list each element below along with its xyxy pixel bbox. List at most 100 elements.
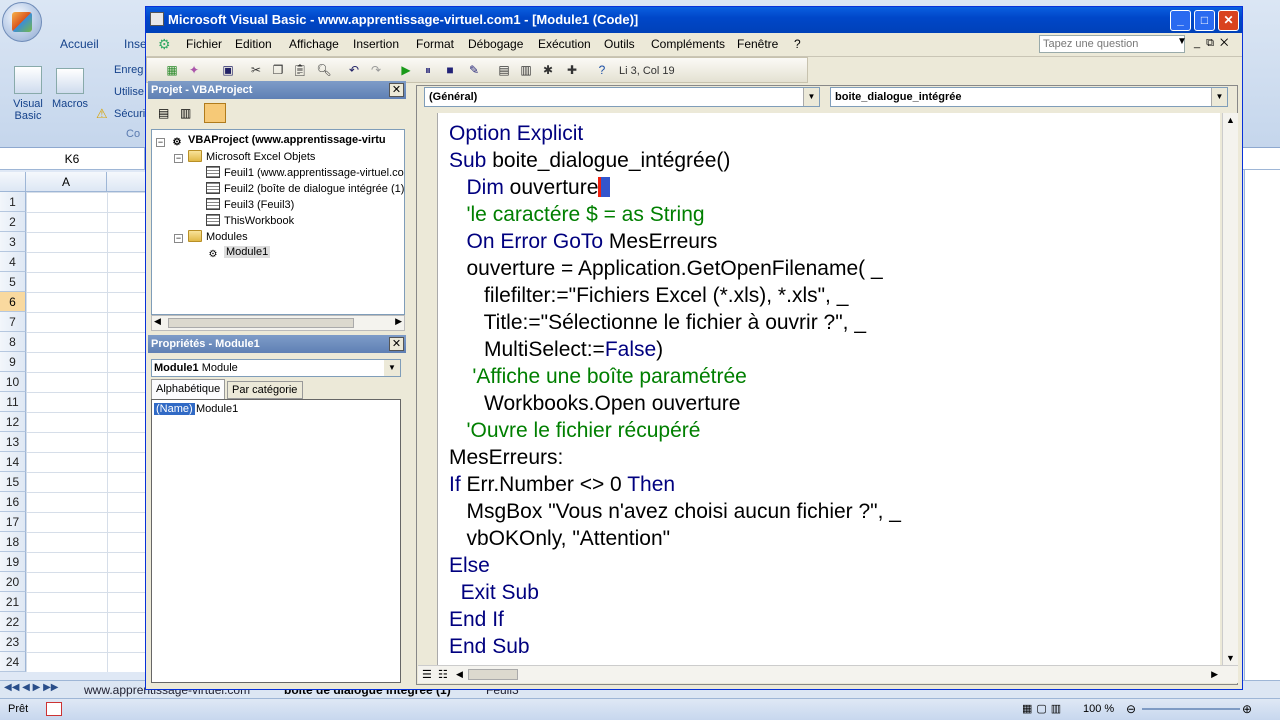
scroll-left-icon[interactable]: ◀ <box>456 669 463 680</box>
properties-close-icon[interactable]: ✕ <box>389 337 404 351</box>
scroll-right-icon[interactable]: ▶ <box>395 316 402 327</box>
collapse-icon[interactable]: − <box>156 138 165 147</box>
tree-modules[interactable]: Modules <box>188 230 248 243</box>
close-icon[interactable]: ✕ <box>1218 10 1239 31</box>
tab-par-categorie[interactable]: Par catégorie <box>227 381 303 399</box>
row-header[interactable]: 15 <box>0 472 26 492</box>
row-header[interactable]: 2 <box>0 212 26 232</box>
tree-module1[interactable]: ⚙ Module1 <box>206 246 271 261</box>
ribbon-tab-accueil[interactable]: Accueil <box>60 37 99 51</box>
scroll-left-icon[interactable]: ◀ <box>154 316 161 327</box>
row-header[interactable]: 23 <box>0 632 26 652</box>
row-header[interactable]: 11 <box>0 392 26 412</box>
row-header[interactable]: 20 <box>0 572 26 592</box>
menu-execution[interactable]: Exécution <box>538 37 591 51</box>
menu-insertion[interactable]: Insertion <box>353 37 399 51</box>
row-header[interactable]: 9 <box>0 352 26 372</box>
scroll-down-icon[interactable]: ▼ <box>1226 653 1235 663</box>
macro-record-icon[interactable] <box>46 702 62 716</box>
code-hscroll[interactable]: ☰ ☷ ◀ ▶ <box>418 665 1238 683</box>
mdi-window-controls-icon[interactable]: _⧉✕ <box>1194 37 1234 50</box>
tab-alphabetique[interactable]: Alphabétique <box>151 379 225 399</box>
view-excel-icon[interactable]: ▦ <box>164 62 180 78</box>
row-header[interactable]: 17 <box>0 512 26 532</box>
save-icon[interactable]: ▣ <box>220 62 236 78</box>
find-icon[interactable]: 🔍︎ <box>316 62 332 78</box>
undo-icon[interactable]: ↶ <box>346 62 362 78</box>
chevron-down-icon[interactable]: ▼ <box>384 360 400 376</box>
redo-icon[interactable]: ↷ <box>368 62 384 78</box>
project-explorer-icon[interactable]: ▤ <box>496 62 512 78</box>
row-header[interactable]: 16 <box>0 492 26 512</box>
vbe-app-icon[interactable] <box>150 12 164 26</box>
paste-icon[interactable]: 📋︎ <box>292 62 308 78</box>
chevron-down-icon[interactable]: ▼ <box>1211 88 1227 106</box>
project-close-icon[interactable]: ✕ <box>389 83 404 97</box>
tree-feuil2[interactable]: Feuil2 (boîte de dialogue intégrée (1) <box>206 182 404 195</box>
procedure-combo[interactable]: boite_dialogue_intégrée ▼ <box>830 87 1228 107</box>
tree-feuil3[interactable]: Feuil3 (Feuil3) <box>206 198 294 211</box>
view-code-icon[interactable]: ▤ <box>158 106 169 120</box>
tree-hscroll[interactable]: ◀ ▶ <box>151 315 405 331</box>
view-buttons-icon[interactable]: ▦▢▥ <box>1022 702 1076 717</box>
object-combo[interactable]: (Général) ▼ <box>424 87 820 107</box>
reset-icon[interactable]: ■ <box>442 62 458 78</box>
code-vscroll[interactable]: ▲ ▼ <box>1222 113 1238 665</box>
name-box[interactable]: K6 <box>0 148 145 170</box>
menu-format[interactable]: Format <box>416 37 454 51</box>
collapse-icon[interactable]: − <box>174 154 183 163</box>
property-name-key[interactable]: (Name) <box>154 403 195 415</box>
menu-affichage[interactable]: Affichage <box>289 37 339 51</box>
row-header[interactable]: 1 <box>0 192 26 212</box>
ribbon-tab-insertion[interactable]: Inse <box>124 37 147 51</box>
row-header[interactable]: 12 <box>0 412 26 432</box>
row-header[interactable]: 7 <box>0 312 26 332</box>
row-header[interactable]: 19 <box>0 552 26 572</box>
design-mode-icon[interactable]: ✎ <box>466 62 482 78</box>
menu-edition[interactable]: Edition <box>235 37 272 51</box>
row-header[interactable]: 5 <box>0 272 26 292</box>
row-header[interactable]: 24 <box>0 652 26 672</box>
cut-icon[interactable]: ✂ <box>248 62 264 78</box>
help-question-input[interactable]: Tapez une question <box>1039 35 1185 53</box>
insert-userform-icon[interactable]: ✦ <box>186 62 202 78</box>
row-header[interactable]: 13 <box>0 432 26 452</box>
row-header[interactable]: 21 <box>0 592 26 612</box>
menu-complements[interactable]: Compléments <box>651 37 725 51</box>
collapse-icon[interactable]: − <box>174 234 183 243</box>
project-tree[interactable]: − ⚙ VBAProject (www.apprentissage-virtu −… <box>151 129 405 315</box>
menu-fichier[interactable]: Fichier <box>186 37 222 51</box>
select-all-corner[interactable] <box>0 172 26 192</box>
maximize-icon[interactable]: □ <box>1194 10 1215 31</box>
column-header-a[interactable]: A <box>26 172 107 192</box>
tree-excel-objects[interactable]: Microsoft Excel Objets <box>188 150 315 163</box>
toolbox-icon[interactable]: ✚ <box>564 62 580 78</box>
visual-basic-button[interactable]: Visual Basic <box>8 98 48 122</box>
copy-icon[interactable]: ❐ <box>270 62 286 78</box>
break-icon[interactable]: ⏸ <box>420 62 436 78</box>
scroll-thumb[interactable] <box>168 318 354 328</box>
full-module-view-icon[interactable]: ☷ <box>438 668 448 681</box>
properties-window-icon[interactable]: ▥ <box>518 62 534 78</box>
row-header[interactable]: 4 <box>0 252 26 272</box>
row-header[interactable]: 8 <box>0 332 26 352</box>
view-object-icon[interactable]: ▥ <box>180 106 191 120</box>
row-header[interactable]: 14 <box>0 452 26 472</box>
zoom-level[interactable]: 100 % <box>1083 703 1114 715</box>
toggle-folders-icon[interactable] <box>204 103 226 123</box>
menu-debogage[interactable]: Débogage <box>468 37 523 51</box>
row-header[interactable]: 22 <box>0 612 26 632</box>
object-browser-icon[interactable]: ✱ <box>540 62 556 78</box>
row-header[interactable]: 6 <box>0 292 26 312</box>
worksheet-cells[interactable] <box>26 192 148 672</box>
procedure-view-icon[interactable]: ☰ <box>422 668 432 681</box>
row-header[interactable]: 18 <box>0 532 26 552</box>
sheet-nav-arrows-icon[interactable]: ◀◀ ◀ ▶ ▶▶ <box>4 682 58 693</box>
property-name-value[interactable]: Module1 <box>196 403 238 415</box>
code-editor[interactable]: Option Explicit Sub boite_dialogue_intég… <box>438 113 1220 665</box>
help-icon[interactable]: ? <box>594 62 610 78</box>
tree-feuil1[interactable]: Feuil1 (www.apprentissage-virtuel.co <box>206 166 404 179</box>
scroll-right-icon[interactable]: ▶ <box>1211 669 1218 680</box>
menu-outils[interactable]: Outils <box>604 37 635 51</box>
minimize-icon[interactable]: _ <box>1170 10 1191 31</box>
